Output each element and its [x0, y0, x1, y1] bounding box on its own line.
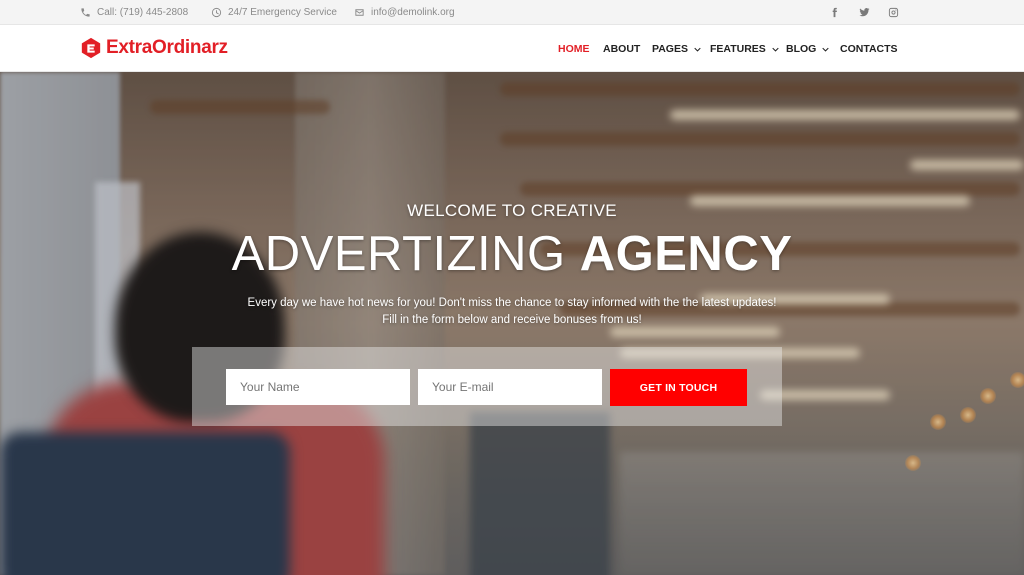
clock-icon [211, 7, 222, 18]
hero-headline-thin: ADVERTIZING [231, 227, 566, 281]
hero-intro-line: Fill in the form below and receive bonus… [382, 314, 642, 326]
nav-item-pages[interactable]: PAGES [652, 26, 701, 72]
hero-headline: ADVERTIZING AGENCY [0, 226, 1024, 282]
nav-item-home[interactable]: HOME [558, 26, 590, 72]
logo-mark-icon [81, 37, 101, 59]
hero-welcome: WELCOME TO CREATIVE [407, 201, 617, 220]
nav-item-label: FEATURES [710, 43, 766, 55]
nav-item-label: HOME [558, 43, 590, 55]
chevron-down-icon [822, 47, 829, 52]
nav-item-contacts[interactable]: CONTACTS [840, 26, 898, 72]
hero-intro-line: Every day we have hot news for you! Don'… [247, 297, 777, 309]
email-input[interactable] [418, 369, 602, 405]
get-in-touch-button[interactable]: GET IN TOUCH [610, 369, 747, 406]
site-header: ExtraOrdinarz HOME ABOUT PAGES FEATURES … [0, 26, 1024, 72]
nav-item-features[interactable]: FEATURES [710, 26, 779, 72]
nav-item-label: CONTACTS [840, 43, 898, 55]
chevron-down-icon [694, 47, 701, 52]
nav-item-about[interactable]: ABOUT [603, 26, 640, 72]
nav-item-label: PAGES [652, 43, 688, 55]
chevron-down-icon [772, 47, 779, 52]
name-input[interactable] [226, 369, 410, 405]
brand-name: ExtraOrdinarz [106, 37, 228, 58]
top-bar: Call: (719) 445-2808 24/7 Emergency Serv… [0, 0, 1024, 25]
phone-contact[interactable]: Call: (719) 445-2808 [80, 0, 188, 25]
hero-intro: Every day we have hot news for you! Don'… [0, 295, 1024, 329]
service-info: 24/7 Emergency Service [211, 0, 337, 25]
envelope-icon [355, 9, 364, 16]
service-text: 24/7 Emergency Service [228, 7, 337, 18]
phone-text: Call: (719) 445-2808 [97, 7, 189, 18]
hero-section: WELCOME TO CREATIVE ADVERTIZING AGENCY E… [0, 72, 1024, 575]
instagram-icon[interactable] [885, 0, 901, 25]
nav-item-label: ABOUT [603, 43, 641, 55]
email-text: info@demolink.org [371, 7, 455, 18]
brand-logo[interactable]: ExtraOrdinarz [80, 36, 228, 60]
hero-headline-bold: AGENCY [579, 227, 793, 281]
nav-item-blog[interactable]: BLOG [786, 26, 829, 72]
phone-icon [81, 8, 90, 17]
facebook-icon[interactable] [826, 0, 842, 25]
email-contact[interactable]: info@demolink.org [354, 0, 455, 25]
nav-item-label: BLOG [786, 43, 817, 55]
twitter-icon[interactable] [856, 0, 872, 25]
